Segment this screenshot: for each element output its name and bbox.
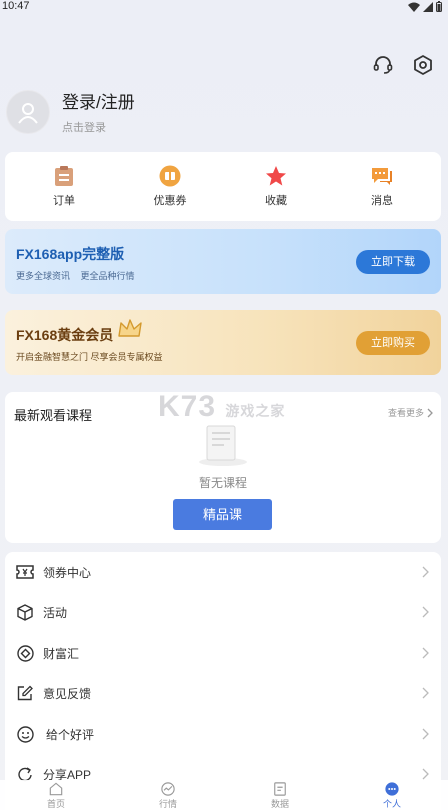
market-chart-icon (161, 782, 175, 796)
crown-icon (118, 319, 142, 337)
chevron-right-icon (422, 768, 429, 780)
profile-text: 登录/注册 点击登录 (62, 88, 135, 135)
signal-icon (423, 1, 433, 12)
smile-icon (16, 725, 34, 743)
profile-dots-icon (385, 782, 399, 796)
menu-item-label: 领券中心 (43, 565, 92, 580)
chevron-right-icon (422, 687, 429, 699)
courses-title: 最新观看课程 (14, 408, 93, 423)
tab-home[interactable]: 首页 (26, 780, 86, 810)
menu-item-label: 财富汇 (43, 646, 80, 661)
menu-item-activities[interactable]: 活动 (5, 592, 441, 632)
settings-hexagon-icon[interactable] (410, 52, 436, 78)
tab-label: 首页 (46, 799, 65, 809)
chevron-right-icon (422, 566, 429, 578)
app-banner-title: FX168app完整版 (16, 246, 125, 262)
tab-market[interactable]: 行情 (138, 780, 198, 810)
profile-login[interactable]: 登录/注册 点击登录 (6, 88, 135, 135)
quick-action-messages[interactable]: 消息 (342, 165, 422, 208)
tab-profile[interactable]: 个人 (362, 780, 422, 810)
app-download-banner[interactable]: FX168app完整版 更多全球资讯 更全品种行情 立即下载 (5, 229, 441, 294)
tab-data[interactable]: 数据 (250, 780, 310, 810)
battery-icon (436, 1, 442, 12)
star-icon (265, 165, 287, 187)
coupon-icon (159, 165, 181, 187)
tab-label: 个人 (382, 799, 401, 809)
settings-menu: 领券中心 活动 财富汇 意见反馈 给个好评 分享APP (5, 552, 441, 810)
quick-action-label: 消息 (371, 195, 393, 207)
chevron-right-icon (427, 408, 433, 417)
quick-actions: 订单 优惠券 收藏 消息 (5, 152, 441, 221)
message-icon (371, 165, 393, 187)
app-banner-subtitle: 更多全球资讯 更全品种行情 (16, 269, 143, 282)
quick-action-favorites[interactable]: 收藏 (236, 165, 316, 208)
recent-courses-card: 最新观看课程 查看更多 暂无课程 精品课 (5, 392, 441, 543)
download-now-button[interactable]: 立即下载 (356, 250, 430, 274)
quick-action-coupons[interactable]: 优惠券 (130, 165, 210, 208)
home-icon (49, 782, 63, 796)
menu-item-label: 意见反馈 (43, 686, 92, 701)
menu-item-feedback[interactable]: 意见反馈 (5, 673, 441, 713)
tab-label: 数据 (270, 799, 289, 809)
status-bar: 10:47 (0, 0, 448, 14)
menu-item-label: 给个好评 (46, 727, 95, 742)
data-document-icon (274, 782, 286, 796)
empty-courses-text: 暂无课程 (198, 476, 247, 490)
premium-courses-button[interactable]: 精品课 (173, 499, 272, 530)
vip-banner-subtitle: 开启金融智慧之门 尽享会员专属权益 (16, 352, 163, 362)
app-banner-feature: 更全品种行情 (80, 271, 135, 281)
wifi-icon (408, 2, 420, 12)
vip-banner-title: FX168黄金会员 (16, 327, 114, 343)
tab-label: 行情 (158, 799, 177, 809)
customer-service-headset-icon[interactable] (370, 52, 396, 78)
chevron-right-icon (422, 647, 429, 659)
edit-feedback-icon (16, 684, 34, 702)
order-clipboard-icon (53, 165, 75, 187)
view-more-link[interactable]: 查看更多 (388, 406, 433, 419)
chevron-right-icon (422, 728, 429, 740)
menu-item-label: 活动 (43, 605, 68, 620)
top-actions (370, 52, 436, 78)
coupon-ticket-icon (16, 563, 34, 581)
menu-item-coupon-center[interactable]: 领券中心 (5, 552, 441, 592)
gold-vip-banner[interactable]: FX168黄金会员 开启金融智慧之门 尽享会员专属权益 立即购买 (5, 310, 441, 375)
view-more-label: 查看更多 (387, 408, 424, 418)
cube-icon (16, 603, 34, 621)
user-avatar-icon (18, 102, 38, 124)
login-subtitle: 点击登录 (62, 122, 106, 134)
bottom-tab-bar: 首页 行情 数据 个人 (0, 780, 448, 810)
buy-now-button[interactable]: 立即购买 (356, 331, 430, 355)
menu-item-wealth-hub[interactable]: 财富汇 (5, 633, 441, 673)
empty-list-icon (199, 425, 247, 466)
menu-item-rate-app[interactable]: 给个好评 (5, 714, 441, 754)
quick-action-orders[interactable]: 订单 (24, 165, 104, 208)
app-banner-feature: 更多全球资讯 (16, 271, 71, 281)
quick-action-label: 优惠券 (153, 195, 187, 207)
login-title[interactable]: 登录/注册 (62, 88, 135, 113)
status-icons (408, 1, 442, 12)
diamond-icon (16, 644, 34, 662)
quick-action-label: 收藏 (265, 195, 287, 207)
chevron-right-icon (422, 606, 429, 618)
quick-action-label: 订单 (53, 195, 75, 207)
status-time: 10:47 (2, 0, 30, 12)
avatar[interactable] (6, 89, 50, 134)
